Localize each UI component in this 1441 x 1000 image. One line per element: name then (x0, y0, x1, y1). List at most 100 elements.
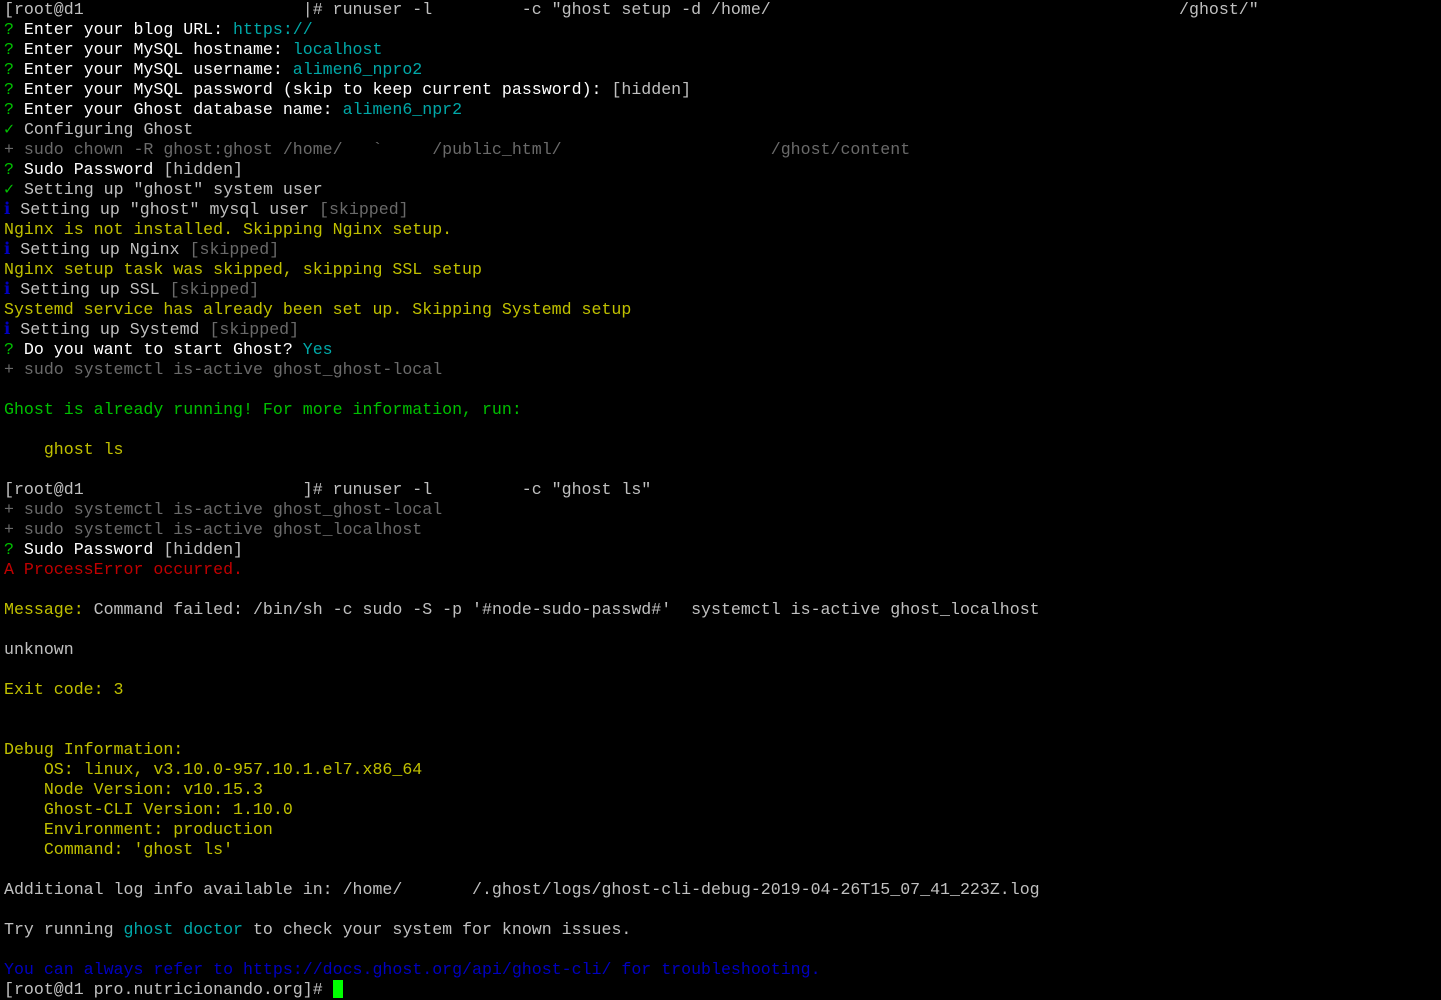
terminal-text-segment: ? (4, 60, 24, 79)
terminal-line: Environment: production (4, 820, 1441, 840)
terminal-text-segment: Sudo Password (23, 540, 164, 559)
terminal-text-segment: [hidden] (163, 540, 244, 559)
terminal-line: ? Enter your MySQL username: alimen6_npr… (4, 60, 1441, 80)
terminal-text-segment: ℹ (4, 280, 21, 299)
terminal-text-segment: Nginx is not installed. Skipping Nginx s… (4, 220, 453, 239)
terminal-line: ℹ Setting up SSL [skipped] (4, 280, 1441, 300)
prompt-line[interactable]: [root@d1 pro.nutricionando.org]# (4, 980, 1441, 1000)
terminal-line: ? Sudo Password [hidden] (4, 540, 1441, 560)
terminal-text-segment: ghost doctor (123, 920, 244, 939)
terminal-output: [root@d1 |# runuser -l -c "ghost setup -… (4, 0, 1441, 1000)
terminal-line: ghost ls (4, 440, 1441, 460)
terminal-line: [root@d1 ]# runuser -l -c "ghost ls" (4, 480, 1441, 500)
terminal-text-segment: ℹ (4, 240, 21, 259)
terminal-text-segment: ? (4, 340, 24, 359)
terminal-text-segment: [root@d1 ]# runuser -l -c "ghost ls" (4, 480, 652, 499)
terminal-line: ? Enter your Ghost database name: alimen… (4, 100, 1441, 120)
terminal-text-segment: alimen6_npr2 (342, 100, 463, 119)
terminal-text-segment: + sudo systemctl is-active ghost_localho… (4, 520, 423, 539)
terminal-text-segment: Ghost is already running! For more infor… (4, 400, 522, 419)
terminal-text-segment: ? (4, 540, 24, 559)
terminal-line: Additional log info available in: /home/… (4, 880, 1441, 900)
terminal-text-segment: Ghost-CLI Version: 1.10.0 (4, 800, 293, 819)
terminal-line: ? Sudo Password [hidden] (4, 160, 1441, 180)
terminal-text-segment: Environment: production (4, 820, 273, 839)
terminal-text-segment: ✓ (4, 120, 24, 139)
terminal-text-segment: ℹ (4, 320, 21, 339)
terminal-line: You can always refer to https://docs.gho… (4, 960, 1441, 980)
terminal-line: ? Enter your MySQL password (skip to kee… (4, 80, 1441, 100)
terminal-text-segment: [skipped] (169, 280, 260, 299)
terminal-text-segment: [root@d1 |# runuser -l -c "ghost setup -… (4, 0, 1259, 19)
terminal-text-segment: ? (4, 20, 24, 39)
terminal-lines: [root@d1 |# runuser -l -c "ghost setup -… (4, 0, 1441, 980)
terminal-text-segment: Do you want to start Ghost? (23, 340, 303, 359)
terminal-line: Command: 'ghost ls' (4, 840, 1441, 860)
terminal-text-segment: Debug Information: (4, 740, 184, 759)
terminal-text-segment: Enter your Ghost database name: (23, 100, 343, 119)
terminal-text-segment: A ProcessError occurred. (4, 560, 243, 579)
terminal-text-segment: alimen6_npro2 (292, 60, 423, 79)
terminal-text-segment: Setting up Nginx (20, 240, 190, 259)
terminal-text-segment: Message: (4, 600, 94, 619)
terminal-text-segment: Yes (302, 340, 333, 359)
terminal-text-segment: Command: 'ghost ls' (4, 840, 234, 859)
terminal-line: + sudo chown -R ghost:ghost /home/ ` /pu… (4, 140, 1441, 160)
terminal-line: Ghost-CLI Version: 1.10.0 (4, 800, 1441, 820)
terminal-line: [root@d1 |# runuser -l -c "ghost setup -… (4, 0, 1441, 20)
terminal-text-segment: Setting up Systemd (20, 320, 210, 339)
terminal-line: ? Enter your MySQL hostname: localhost (4, 40, 1441, 60)
terminal-text-segment: + sudo systemctl is-active ghost_ghost-l… (4, 500, 443, 519)
terminal-line: OS: linux, v3.10.0-957.10.1.el7.x86_64 (4, 760, 1441, 780)
terminal-text-segment: ? (4, 160, 24, 179)
terminal-line: ℹ Setting up Nginx [skipped] (4, 240, 1441, 260)
terminal-text-segment: Enter your blog URL: (23, 20, 234, 39)
terminal-text-segment: Try running (4, 920, 124, 939)
terminal-line: ℹ Setting up "ghost" mysql user [skipped… (4, 200, 1441, 220)
terminal-line: ? Do you want to start Ghost? Yes (4, 340, 1441, 360)
terminal-line: A ProcessError occurred. (4, 560, 1441, 580)
terminal-text-segment: [hidden] (163, 160, 244, 179)
terminal-text-segment: Systemd service has already been set up.… (4, 300, 632, 319)
terminal-line: unknown (4, 640, 1441, 660)
terminal-text-segment: Node Version: v10.15.3 (4, 780, 263, 799)
terminal-text-segment: + sudo chown -R ghost:ghost /home/ ` /pu… (4, 140, 911, 159)
terminal-text-segment: [skipped] (209, 320, 300, 339)
terminal-text-segment: ghost ls (4, 440, 124, 459)
terminal-line: ℹ Setting up Systemd [skipped] (4, 320, 1441, 340)
terminal-text-segment: Enter your MySQL hostname: (23, 40, 293, 59)
text-cursor[interactable] (332, 980, 343, 998)
terminal-line: + sudo systemctl is-active ghost_ghost-l… (4, 500, 1441, 520)
terminal-text-segment: Nginx setup task was skipped, skipping S… (4, 260, 482, 279)
terminal-line: ? Enter your blog URL: https:// (4, 20, 1441, 40)
terminal-text-segment: Additional log info available in: /home/… (4, 880, 1040, 899)
terminal-line: Nginx setup task was skipped, skipping S… (4, 260, 1441, 280)
terminal-text-segment: Setting up "ghost" system user (23, 180, 323, 199)
terminal-text-segment: ? (4, 40, 24, 59)
shell-prompt: [root@d1 pro.nutricionando.org]# (4, 980, 333, 999)
terminal-text-segment: ? (4, 80, 24, 99)
terminal-text-segment: You can always refer to https://docs.gho… (4, 960, 821, 979)
terminal-text-segment: Enter your MySQL username: (23, 60, 293, 79)
terminal-line: + sudo systemctl is-active ghost_ghost-l… (4, 360, 1441, 380)
terminal-text-segment: [skipped] (319, 200, 409, 219)
terminal-line: Try running ghost doctor to check your s… (4, 920, 1441, 940)
terminal-text-segment: to check your system for known issues. (243, 920, 632, 939)
terminal-text-segment: Exit code: 3 (4, 680, 124, 699)
terminal-line: ✓ Configuring Ghost (4, 120, 1441, 140)
terminal-window[interactable]: { "colors": { "background": "#000000", "… (0, 0, 1441, 1000)
terminal-text-segment: + sudo systemctl is-active ghost_ghost-l… (4, 360, 443, 379)
terminal-line: + sudo systemctl is-active ghost_localho… (4, 520, 1441, 540)
terminal-text-segment: https:// (233, 20, 313, 39)
terminal-line: Exit code: 3 (4, 680, 1441, 700)
terminal-text-segment: ? (4, 100, 24, 119)
terminal-text-segment: [hidden] (611, 80, 692, 99)
